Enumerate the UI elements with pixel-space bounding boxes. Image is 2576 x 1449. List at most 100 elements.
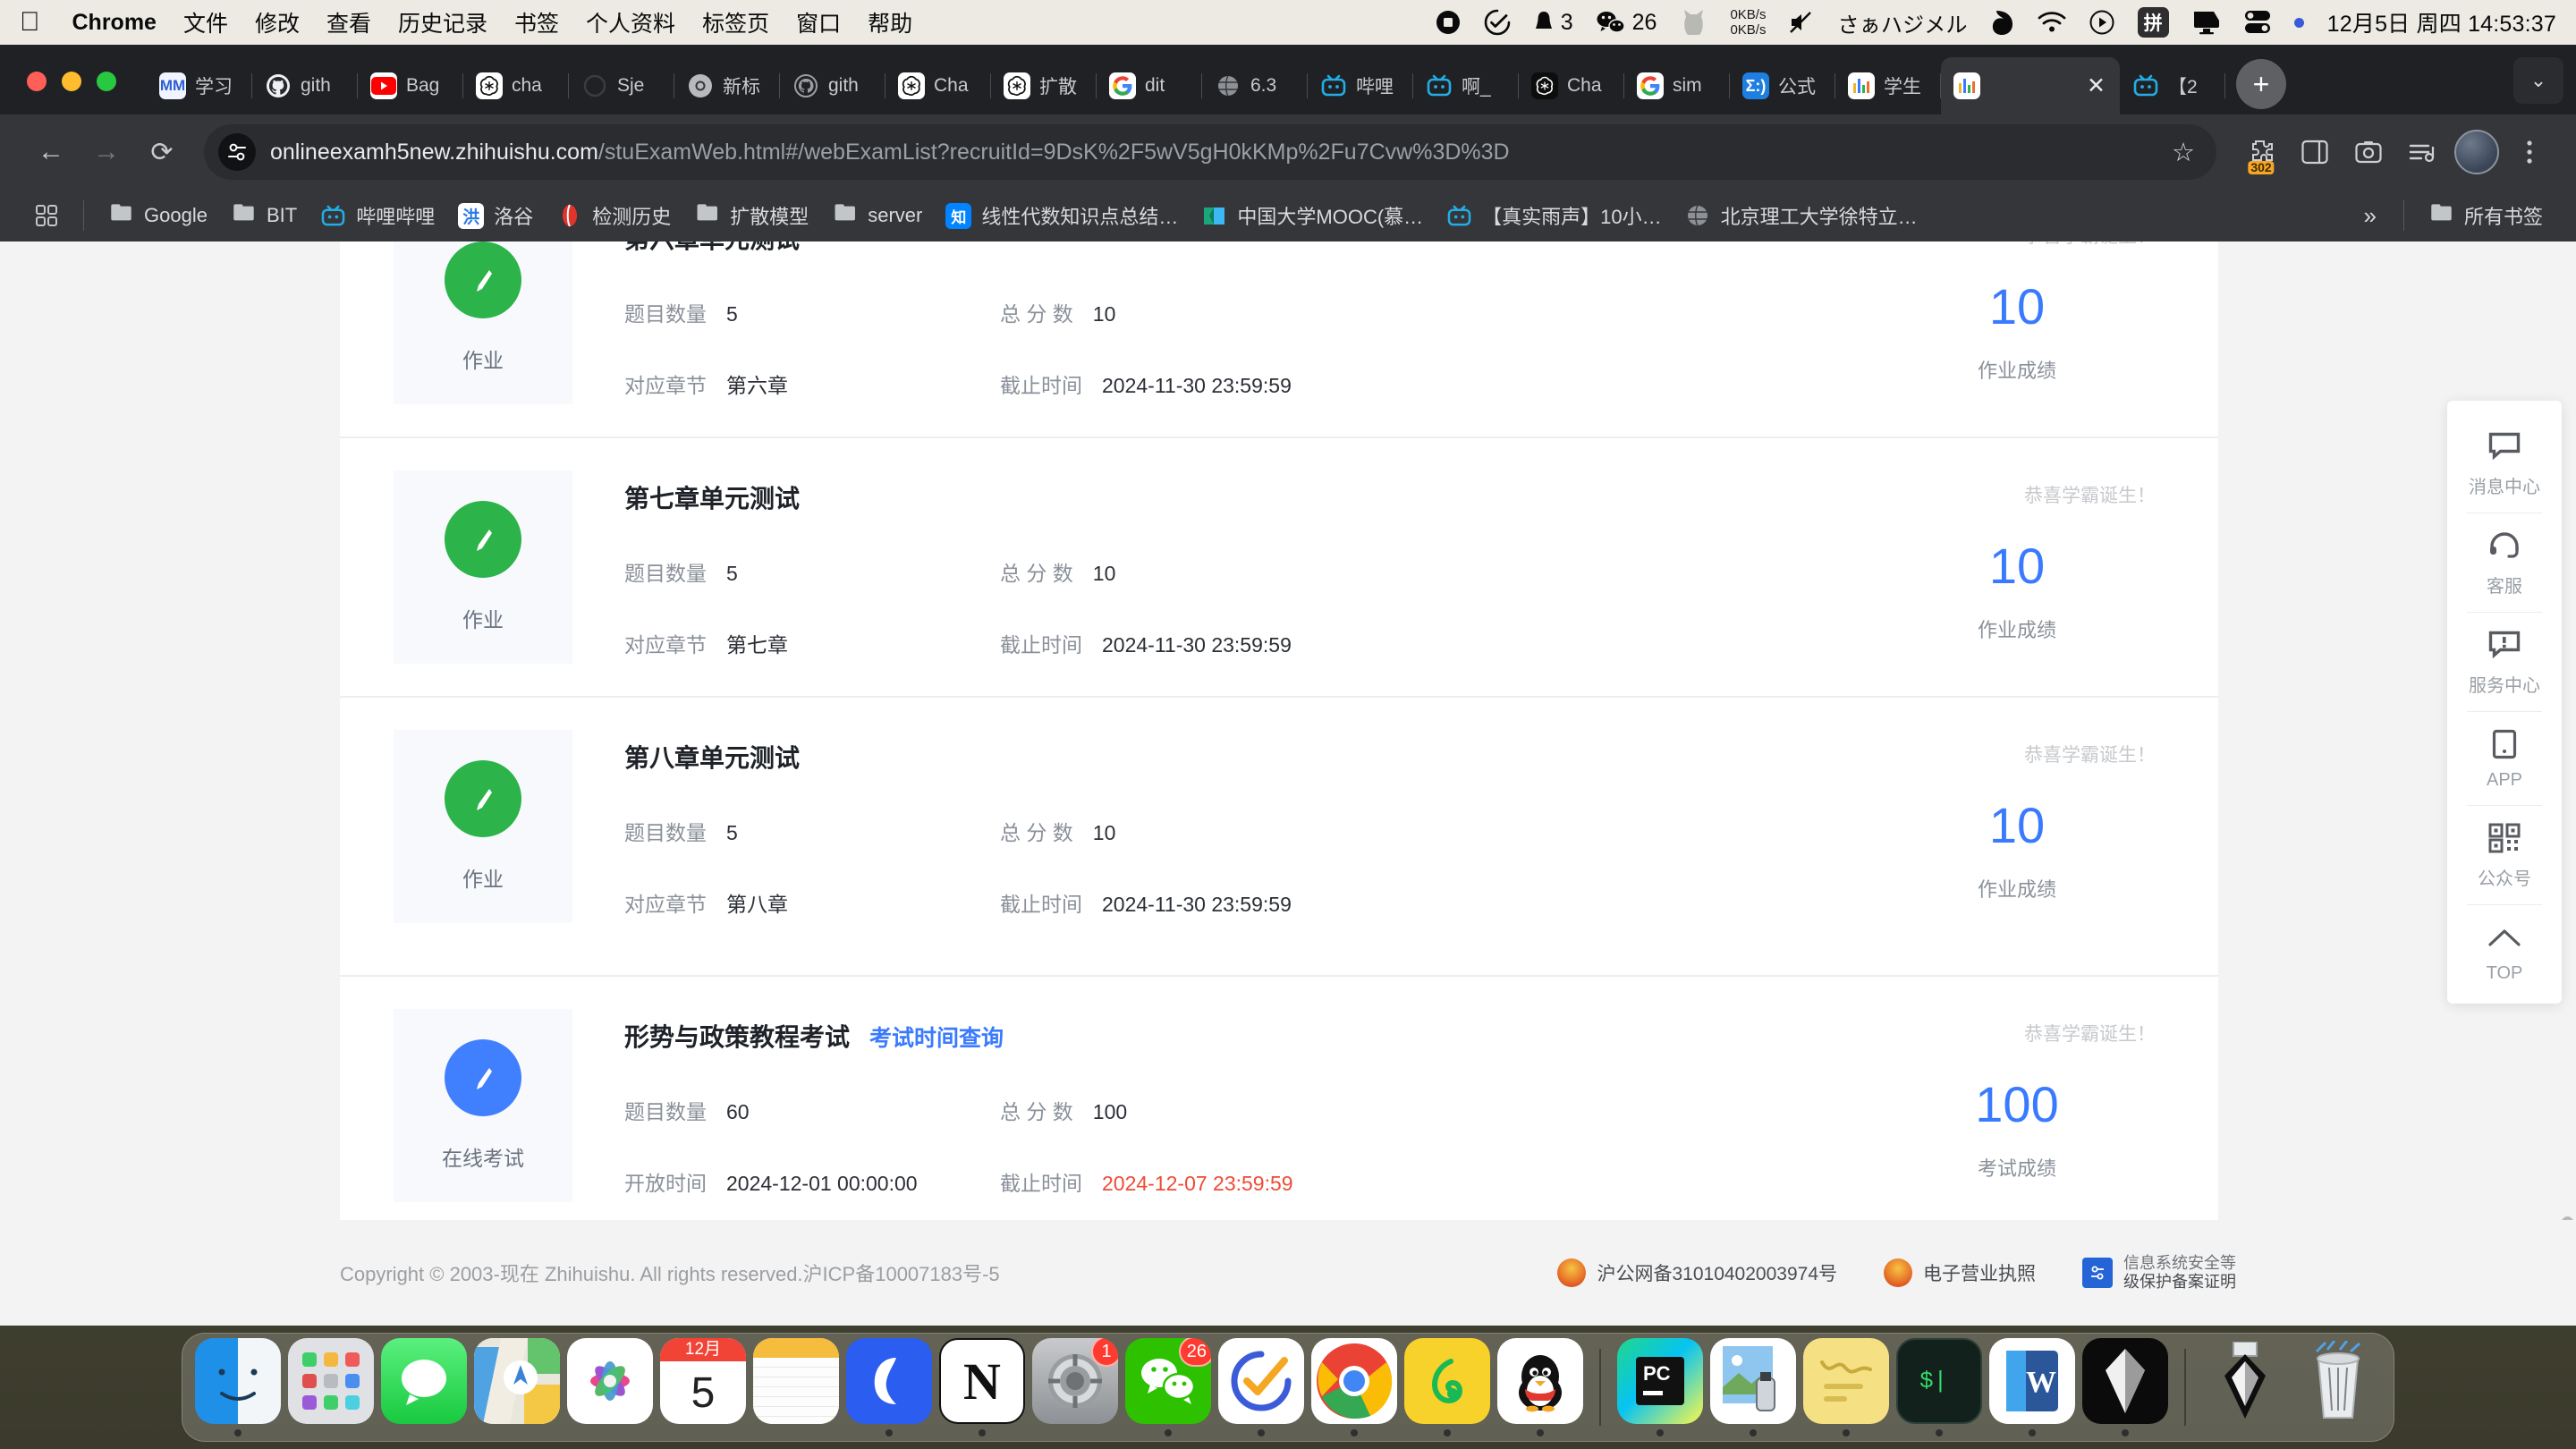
browser-tab[interactable]: 扩散 — [991, 57, 1097, 114]
bookmark-item-detection-history[interactable]: 检测历史 — [545, 196, 682, 235]
bookmark-item-bit-xuteli[interactable]: 北京理工大学徐特立… — [1674, 196, 1929, 235]
extension-puzzle-icon[interactable]: 302 — [2238, 129, 2284, 175]
preview-icon[interactable] — [1710, 1338, 1796, 1424]
dock-item-finder[interactable] — [195, 1338, 281, 1436]
dock-item-preview[interactable] — [1710, 1338, 1796, 1436]
dock-item-wechat[interactable]: 26 — [1125, 1338, 1211, 1436]
side-item-app[interactable]: APP — [2447, 711, 2562, 805]
browser-tab[interactable]: gith — [780, 57, 886, 114]
checkmark-circle-icon[interactable] — [1484, 9, 1511, 36]
control-center-play-icon[interactable] — [2089, 10, 2114, 35]
browser-tab[interactable]: MM 学习 — [147, 57, 252, 114]
netease-music-icon[interactable] — [1404, 1338, 1490, 1424]
pycharm-icon[interactable]: PC — [1617, 1338, 1703, 1424]
dock-item-trash[interactable] — [2295, 1338, 2381, 1436]
bookmark-item-server[interactable]: 🖿 server — [820, 198, 934, 234]
dock-item-notes[interactable] — [753, 1338, 839, 1436]
menubar-clock[interactable]: 12月5日 周四 14:53:37 — [2327, 6, 2556, 38]
back-button[interactable]: ← — [23, 124, 79, 180]
notion-icon[interactable]: N — [939, 1338, 1025, 1424]
close-tab-button[interactable]: ✕ — [2083, 74, 2109, 97]
bookmark-apps-grid[interactable] — [21, 198, 71, 234]
menubar-item-view[interactable]: 查看 — [326, 6, 371, 38]
bookmarks-overflow-button[interactable]: » — [2350, 202, 2391, 230]
menubar-app-name[interactable]: Chrome — [72, 10, 157, 36]
swift-icon[interactable] — [1991, 9, 2014, 36]
menubar-item-profile[interactable]: 个人资料 — [586, 6, 675, 38]
chrome-icon[interactable] — [1311, 1338, 1397, 1424]
browser-tab[interactable]: 啊_ — [1413, 57, 1519, 114]
exam-list-item[interactable]: 在线考试 形势与政策教程考试 考试时间查询 题目数量 60 总 分 数 100 … — [340, 975, 2218, 1234]
bookmark-item-bit[interactable]: 🖿 BIT — [219, 198, 309, 234]
dock-item-qq[interactable] — [1497, 1338, 1583, 1436]
todo-check-icon[interactable] — [1218, 1338, 1304, 1424]
forward-button[interactable]: → — [79, 124, 134, 180]
browser-tab[interactable]: Bag — [358, 57, 463, 114]
launchpad-icon[interactable] — [288, 1338, 374, 1424]
bookmark-star-icon[interactable]: ☆ — [2163, 137, 2204, 168]
media-controls-icon[interactable] — [2399, 129, 2445, 175]
bookmark-item-mooc[interactable]: 中国大学MOOC(慕… — [1190, 196, 1435, 235]
security-record-badge[interactable]: 信息系统安全等 级保护备案证明 — [2082, 1254, 2236, 1292]
close-window-button[interactable] — [27, 72, 47, 91]
bookmark-item-rain-sound[interactable]: 【真实雨声】10小… — [1435, 196, 1673, 235]
settings-gear-icon[interactable]: 1 — [1032, 1338, 1118, 1424]
menubar-item-window[interactable]: 窗口 — [796, 6, 841, 38]
bookmark-item-diffusion-model[interactable]: 🖿 扩散模型 — [682, 196, 820, 235]
diamond-icon[interactable] — [2082, 1338, 2168, 1424]
browser-tab[interactable]: sim — [1624, 57, 1730, 114]
exam-time-query-link[interactable]: 考试时间查询 — [869, 1021, 1004, 1053]
chrome-menu-icon[interactable] — [2506, 129, 2553, 175]
browser-tab[interactable]: 学生 — [1835, 57, 1941, 114]
minimize-window-button[interactable] — [62, 72, 81, 91]
exam-list-item[interactable]: 作业 第八章单元测试 题目数量 5 总 分 数 10 对应章节 第八章 截止时间… — [340, 696, 2218, 955]
dock-item-maps[interactable] — [474, 1338, 560, 1436]
ime-indicator[interactable]: 拼 — [2137, 7, 2169, 38]
dock-item-settings[interactable]: 1 — [1032, 1338, 1118, 1436]
dock-item-downloads[interactable] — [2202, 1338, 2288, 1436]
side-item-wechat-official[interactable]: 公众号 — [2447, 805, 2562, 904]
exam-list-item[interactable]: 作业 第六章单元测试 题目数量 5 总 分 数 10 — [340, 242, 2218, 436]
browser-tab[interactable]: dit — [1097, 57, 1202, 114]
dock-item-launchpad[interactable] — [288, 1338, 374, 1436]
stickies-icon[interactable] — [1803, 1338, 1889, 1424]
bookmark-item-google[interactable]: 🖿 Google — [97, 198, 219, 234]
police-record-badge[interactable]: 沪公网备31010402003974号 — [1557, 1258, 1837, 1287]
dock-item-stickies[interactable] — [1803, 1338, 1889, 1436]
browser-tab[interactable]: 6.3 — [1202, 57, 1308, 114]
fullscreen-window-button[interactable] — [97, 72, 116, 91]
browser-tab[interactable]: 新标 — [674, 57, 780, 114]
trash-icon[interactable] — [2295, 1338, 2381, 1424]
quark-icon[interactable] — [846, 1338, 932, 1424]
dock-item-word[interactable]: W — [1989, 1338, 2075, 1436]
dock-item-chrome[interactable] — [1311, 1338, 1397, 1436]
browser-tab-active[interactable]: ✕ — [1941, 57, 2120, 114]
browser-tab[interactable]: gith — [252, 57, 358, 114]
bookmark-item-luogu[interactable]: 洪 洛谷 — [446, 196, 545, 235]
browser-tab[interactable]: 哔哩 — [1308, 57, 1413, 114]
menubar-item-history[interactable]: 历史记录 — [398, 6, 487, 38]
wifi-icon[interactable] — [2038, 12, 2066, 33]
wechat-status[interactable]: 26 — [1597, 10, 1657, 36]
wechat-icon[interactable]: 26 — [1125, 1338, 1211, 1424]
bookmark-item-linear-algebra[interactable]: 知 线性代数知识点总结… — [934, 196, 1190, 235]
control-center-icon[interactable] — [2244, 10, 2271, 35]
dock-item-terminal[interactable]: $| — [1896, 1338, 1982, 1436]
side-item-back-to-top[interactable]: TOP — [2447, 904, 2562, 998]
url-text[interactable]: onlineexamh5new.zhihuishu.com/stuExamWeb… — [270, 140, 2148, 165]
exam-list-item[interactable]: 作业 第七章单元测试 题目数量 5 总 分 数 10 对应章节 第七章 截止时间… — [340, 436, 2218, 696]
photos-icon[interactable] — [567, 1338, 653, 1424]
mute-icon[interactable] — [1789, 11, 1814, 34]
business-license-badge[interactable]: 电子营业执照 — [1884, 1258, 2036, 1287]
new-tab-button[interactable]: + — [2236, 59, 2286, 109]
screen-mirroring-icon[interactable] — [2192, 10, 2221, 35]
dock-item-messages[interactable] — [381, 1338, 467, 1436]
dock-item-pycharm[interactable]: PC — [1617, 1338, 1703, 1436]
window-controls[interactable] — [27, 72, 116, 114]
finder-icon[interactable] — [195, 1338, 281, 1424]
messages-icon[interactable] — [381, 1338, 467, 1424]
apple-menu-icon[interactable]:  — [20, 9, 40, 36]
dock-item-calendar[interactable]: 12月 5 — [660, 1338, 746, 1436]
cat-monitor-icon[interactable] — [1680, 8, 1707, 37]
terminal-icon[interactable]: $| — [1896, 1338, 1982, 1424]
